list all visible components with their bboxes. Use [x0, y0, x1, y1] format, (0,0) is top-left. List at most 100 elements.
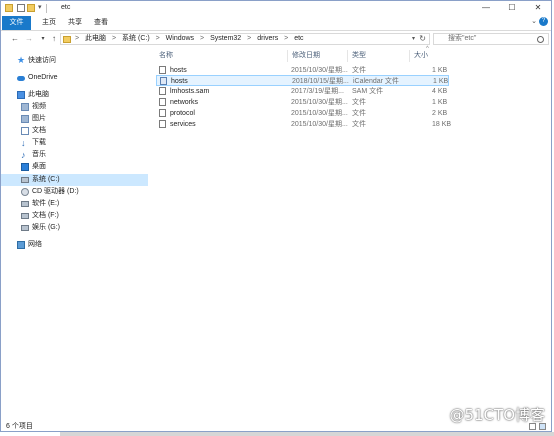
file-row[interactable]: lmhosts.sam 2017/3/19/星期... SAM 文件 4 KB [156, 86, 449, 97]
sidebar-item-onedrive[interactable]: OneDrive [1, 72, 148, 84]
close-button[interactable]: ✕ [525, 1, 551, 15]
address-dropdown-icon[interactable]: ▾ [412, 34, 415, 44]
file-icon [159, 87, 166, 95]
breadcrumb-system-c[interactable]: 系统 (C:) [122, 34, 150, 44]
sidebar-item-pictures[interactable]: 图片 [1, 113, 148, 125]
breadcrumb-separator: > [75, 35, 80, 42]
sidebar-item-drive-d[interactable]: CD 驱动器 (D:) [1, 186, 148, 198]
help-icon[interactable]: ? [539, 17, 548, 26]
file-row[interactable]: services 2015/10/30/星期... 文件 18 KB [156, 119, 451, 130]
column-header-name[interactable]: 名称 [159, 50, 173, 62]
tab-file[interactable]: 文件 [2, 16, 31, 30]
file-size: 1 KB [432, 99, 448, 106]
sidebar-item-label: 视频 [32, 103, 46, 110]
sidebar-item-label: 快速访问 [28, 57, 56, 64]
breadcrumb-separator: > [112, 35, 117, 42]
ribbon-tabs: 文件 主页 共享 查看 ⌄ ? [1, 16, 551, 31]
sidebar-item-drive-g[interactable]: 娱乐 (G:) [1, 222, 148, 234]
file-type: 文件 [352, 121, 366, 128]
tab-home[interactable]: 主页 [37, 16, 61, 30]
breadcrumb-etc[interactable]: etc [294, 34, 303, 44]
new-folder-icon[interactable] [27, 4, 35, 12]
desktop-icon [21, 163, 29, 171]
drive-icon [21, 213, 29, 219]
column-header-type[interactable]: 类型 [352, 50, 366, 62]
sidebar-item-label: CD 驱动器 (D:) [32, 188, 79, 195]
column-divider[interactable] [409, 50, 410, 62]
file-row[interactable]: protocol 2015/10/30/星期... 文件 2 KB [156, 108, 449, 119]
file-modified: 2015/10/30/星期... [291, 121, 348, 128]
file-row[interactable]: networks 2015/10/30/星期... 文件 1 KB [156, 97, 449, 108]
window-title: etc [61, 4, 71, 11]
search-input[interactable]: 搜索"etc" [433, 33, 549, 45]
sidebar-item-videos[interactable]: 视频 [1, 101, 148, 113]
breadcrumb-drivers[interactable]: drivers [257, 34, 278, 44]
file-modified: 2017/3/19/星期... [291, 88, 344, 95]
chevron-down-icon[interactable]: ⌄ [531, 17, 537, 25]
file-type: 文件 [352, 99, 366, 106]
cloud-icon [17, 76, 25, 81]
up-button[interactable]: ↑ [48, 33, 60, 45]
computer-icon [17, 91, 25, 99]
drive-icon [21, 177, 29, 183]
sidebar-item-documents[interactable]: 文档 [1, 125, 148, 137]
search-placeholder: 搜索"etc" [448, 35, 477, 42]
minimize-button[interactable]: — [473, 1, 499, 15]
breadcrumb-this-pc[interactable]: 此电脑 [85, 34, 106, 44]
sidebar-item-drive-e[interactable]: 软件 (E:) [1, 198, 148, 210]
file-size: 4 KB [432, 88, 448, 95]
download-icon: ↓ [21, 138, 26, 148]
sidebar-item-this-pc[interactable]: 此电脑 [1, 89, 148, 101]
file-row-selected[interactable]: hosts 2018/10/15/星期... iCalendar 文件 1 KB [156, 75, 449, 86]
address-bar[interactable]: > 此电脑 > 系统 (C:) > Windows > System32 > d… [60, 33, 430, 45]
column-divider[interactable] [347, 50, 348, 62]
explorer-window: ▾ etc — ☐ ✕ 文件 主页 共享 查看 ⌄ ? ← → ▾ ↑ > 此电… [0, 0, 552, 432]
sidebar-item-label: 音乐 [32, 151, 46, 158]
search-icon [537, 36, 544, 43]
sidebar-item-drive-c[interactable]: 系统 (C:) [1, 174, 148, 186]
column-header-modified[interactable]: 修改日期 [292, 50, 320, 62]
properties-icon[interactable] [17, 4, 25, 12]
network-icon [17, 241, 25, 249]
star-icon: ★ [17, 55, 26, 65]
forward-button[interactable]: → [23, 33, 35, 45]
navigation-pane: ★ 快速访问 OneDrive 此电脑 视频 图片 文档 ↓ 下载 ♪ 音乐 桌… [1, 49, 150, 421]
folder-icon[interactable] [5, 4, 13, 12]
column-divider[interactable] [287, 50, 288, 62]
sidebar-item-desktop[interactable]: 桌面 [1, 161, 148, 173]
back-button[interactable]: ← [9, 33, 21, 45]
file-icon [159, 120, 166, 128]
sidebar-item-label: 下载 [32, 139, 46, 146]
file-type: 文件 [352, 110, 366, 117]
sidebar-item-quick-access[interactable]: ★ 快速访问 [1, 55, 148, 67]
videos-folder-icon [21, 103, 29, 111]
sidebar-item-label: 娱乐 (G:) [32, 224, 60, 231]
calendar-file-icon [160, 77, 167, 85]
file-size: 2 KB [432, 110, 448, 117]
breadcrumb: > 此电脑 > 系统 (C:) > Windows > System32 > d… [75, 34, 308, 44]
tab-share[interactable]: 共享 [63, 16, 87, 30]
sidebar-item-drive-f[interactable]: 文档 (F:) [1, 210, 148, 222]
sidebar-item-label: 文档 (F:) [32, 212, 59, 219]
customize-toolbar-icon[interactable]: ▾ [38, 3, 42, 11]
breadcrumb-separator: > [200, 35, 205, 42]
sidebar-item-label: 文档 [32, 127, 46, 134]
drive-icon [21, 201, 29, 207]
column-header-size[interactable]: 大小 [414, 50, 428, 62]
sidebar-item-music[interactable]: ♪ 音乐 [1, 149, 148, 161]
maximize-button[interactable]: ☐ [499, 1, 525, 15]
sidebar-item-downloads[interactable]: ↓ 下载 [1, 137, 148, 149]
sidebar-item-network[interactable]: 网络 [1, 239, 148, 251]
breadcrumb-system32[interactable]: System32 [210, 34, 241, 44]
sidebar-item-label: 系统 (C:) [32, 176, 60, 183]
file-icon [159, 109, 166, 117]
refresh-icon[interactable]: ↻ [419, 34, 426, 44]
folder-icon [63, 36, 71, 43]
breadcrumb-separator: > [247, 35, 252, 42]
breadcrumb-windows[interactable]: Windows [166, 34, 194, 44]
tab-view[interactable]: 查看 [89, 16, 113, 30]
item-count: 6 个项目 [6, 423, 33, 430]
pictures-folder-icon [21, 115, 29, 123]
sidebar-item-label: OneDrive [28, 74, 58, 81]
drive-icon [21, 225, 29, 231]
